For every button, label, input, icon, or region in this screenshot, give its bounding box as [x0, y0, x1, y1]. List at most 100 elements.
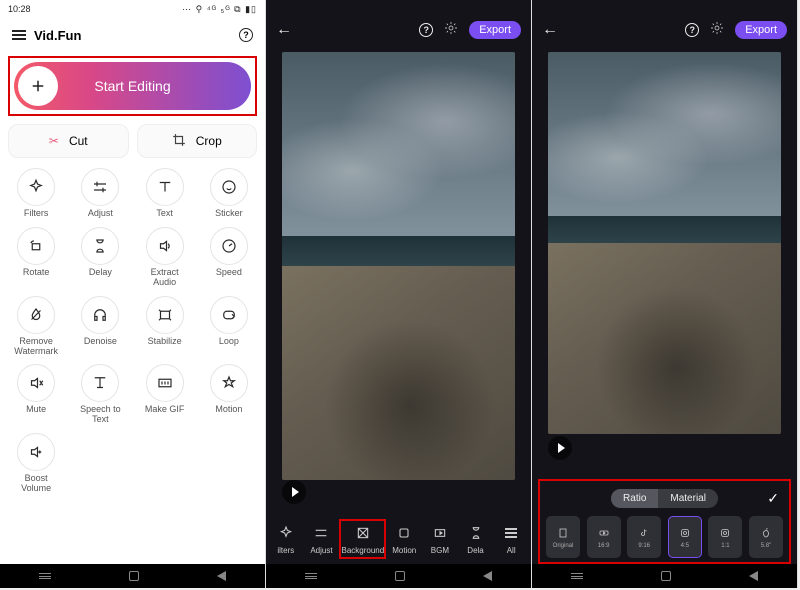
nav-home-icon[interactable]	[661, 571, 671, 581]
tool-rotate[interactable]: Rotate	[4, 227, 68, 288]
confirm-icon[interactable]: ✓	[767, 490, 779, 507]
tool-denoise[interactable]: Denoise	[68, 296, 132, 357]
toolbar-filters[interactable]: ilters	[268, 523, 304, 555]
tool-extract-audio[interactable]: Extract Audio	[133, 227, 197, 288]
toolbar-delay[interactable]: Dela	[458, 523, 494, 555]
tool-label: Speech to Text	[80, 405, 121, 425]
video-preview[interactable]	[548, 52, 781, 434]
tool-label: Text	[156, 209, 173, 219]
tool-speech-to-text[interactable]: Speech to Text	[68, 364, 132, 425]
tool-remove-watermark[interactable]: Remove Watermark	[4, 296, 68, 357]
export-button[interactable]: Export	[735, 21, 787, 39]
tool-boost-volume[interactable]: Boost Volume	[4, 433, 68, 494]
speed-icon	[220, 237, 238, 255]
gear-icon[interactable]	[443, 20, 459, 41]
text-icon	[156, 178, 174, 196]
star-icon	[220, 374, 238, 392]
cut-button[interactable]: ✂ Cut	[8, 124, 129, 158]
editor-header: ← ? Export	[266, 12, 531, 48]
video-preview[interactable]	[282, 52, 515, 480]
tool-label: Loop	[219, 337, 239, 347]
tool-make-gif[interactable]: Make GIF	[133, 364, 197, 425]
menu-icon[interactable]	[12, 30, 26, 40]
status-right: ⋯ ⚲ ⁴ᴳ ₅ᴳ ⧉ ▮▯	[182, 4, 257, 15]
gif-icon	[156, 374, 174, 392]
tool-text[interactable]: Text	[133, 168, 197, 219]
nav-recent-icon[interactable]	[305, 573, 317, 579]
ratio-16-9[interactable]: 16:9	[587, 516, 621, 558]
status-bar: 10:28 ⋯ ⚲ ⁴ᴳ ₅ᴳ ⧉ ▮▯	[0, 0, 265, 18]
play-button[interactable]	[282, 480, 306, 504]
nav-bar	[0, 564, 265, 588]
tool-mute[interactable]: Mute	[4, 364, 68, 425]
tool-filters[interactable]: Filters	[4, 168, 68, 219]
stabilize-icon	[156, 306, 174, 324]
nav-home-icon[interactable]	[395, 571, 405, 581]
tiktok-icon	[638, 527, 650, 539]
tool-label: Denoise	[84, 337, 117, 347]
ratio-label: 16:9	[598, 543, 610, 549]
tool-loop[interactable]: Loop	[197, 296, 261, 357]
nav-back-icon[interactable]	[483, 571, 492, 581]
sparkle-icon	[27, 178, 45, 196]
ratio-9-16[interactable]: 9:16	[627, 516, 661, 558]
sliders-icon	[91, 178, 109, 196]
tool-adjust[interactable]: Adjust	[68, 168, 132, 219]
back-icon[interactable]: ←	[542, 21, 558, 39]
help-icon[interactable]: ?	[239, 28, 253, 42]
nav-recent-icon[interactable]	[39, 573, 51, 579]
tool-label: Delay	[89, 268, 112, 278]
play-button[interactable]	[548, 436, 572, 460]
ratio-original[interactable]: Original	[546, 516, 580, 558]
app-bar: Vid.Fun ?	[0, 18, 265, 52]
tool-stabilize[interactable]: Stabilize	[133, 296, 197, 357]
audio-out-icon	[156, 237, 174, 255]
editor-toolbar: ilters Adjust Background Motion BGM Dela…	[266, 514, 531, 564]
nav-back-icon[interactable]	[217, 571, 226, 581]
status-bar	[266, 0, 531, 12]
crop-button[interactable]: Crop	[137, 124, 258, 158]
mute-icon	[27, 374, 45, 392]
tool-label: Speed	[216, 268, 242, 278]
toolbar-all[interactable]: All	[493, 523, 529, 555]
help-icon[interactable]: ?	[419, 23, 433, 37]
tool-sticker[interactable]: Sticker	[197, 168, 261, 219]
background-icon	[355, 525, 371, 541]
stt-icon	[91, 374, 109, 392]
nav-bar	[266, 564, 531, 588]
toolbar-motion[interactable]: Motion	[386, 523, 422, 555]
nav-recent-icon[interactable]	[571, 573, 583, 579]
toolbar-adjust[interactable]: Adjust	[304, 523, 340, 555]
tool-label: Mute	[26, 405, 46, 415]
tool-grid: Filters Adjust Text Sticker Rotate Delay…	[0, 168, 265, 494]
back-icon[interactable]: ←	[276, 21, 292, 39]
nav-back-icon[interactable]	[749, 571, 758, 581]
tool-delay[interactable]: Delay	[68, 227, 132, 288]
tool-label: Stabilize	[148, 337, 182, 347]
tool-motion[interactable]: Motion	[197, 364, 261, 425]
toolbar-bgm[interactable]: BGM	[422, 523, 458, 555]
headphones-icon	[91, 306, 109, 324]
tab-material[interactable]: Material	[658, 489, 718, 508]
tab-ratio[interactable]: Ratio	[611, 489, 658, 508]
ratio-label: 1:1	[721, 543, 729, 549]
nav-home-icon[interactable]	[129, 571, 139, 581]
crop-label: Crop	[196, 134, 222, 148]
toolbar-label: BGM	[431, 546, 449, 555]
help-icon[interactable]: ?	[685, 23, 699, 37]
tool-label: Extract Audio	[151, 268, 179, 288]
gear-icon[interactable]	[709, 20, 725, 41]
ratio-label: 4:5	[681, 543, 689, 549]
toolbar-background[interactable]: Background	[339, 519, 386, 559]
tool-speed[interactable]: Speed	[197, 227, 261, 288]
frame-icon	[557, 527, 569, 539]
ratio-1-1[interactable]: 1:1	[708, 516, 742, 558]
export-button[interactable]: Export	[469, 21, 521, 39]
ratio-4-5[interactable]: 4:5	[668, 516, 702, 558]
crop-icon	[172, 133, 186, 150]
nav-bar	[532, 564, 797, 588]
rotate-icon	[27, 237, 45, 255]
start-editing-button[interactable]: Start Editing	[14, 62, 251, 110]
tool-label: Filters	[24, 209, 49, 219]
ratio-5-8[interactable]: 5.8"	[749, 516, 783, 558]
